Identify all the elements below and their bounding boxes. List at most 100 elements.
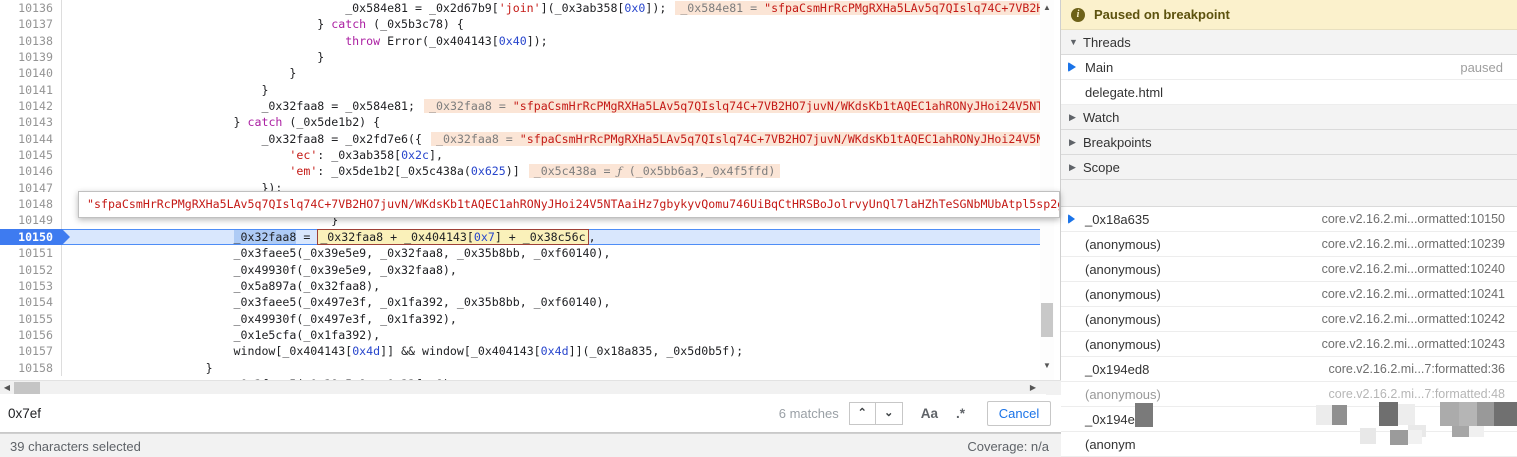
- line-number[interactable]: 10136: [0, 0, 62, 16]
- code-line[interactable]: 10146 'em': _0x5de1b2[_0x5c438a(0x625)]_…: [0, 163, 1040, 179]
- thread-label: Main: [1085, 60, 1113, 75]
- line-number[interactable]: 10156: [0, 327, 62, 343]
- call-stack-header[interactable]: [1061, 180, 1517, 207]
- vertical-scrollbar-thumb[interactable]: [1041, 303, 1053, 337]
- tooltip-string-value: "sfpaCsmHrRcPMgRXHa5LAv5q7QIslq74C+7VB2H…: [87, 197, 1060, 211]
- scrollbar-corner: [1046, 381, 1061, 395]
- vertical-scrollbar[interactable]: ▲ ▼: [1040, 0, 1054, 380]
- code-line[interactable]: 10155 _0x49930f(_0x497e3f, _0x1fa392),: [0, 311, 1040, 327]
- line-number[interactable]: 10142: [0, 98, 62, 114]
- line-number[interactable]: 10143: [0, 114, 62, 130]
- match-case-toggle[interactable]: Aa: [921, 406, 938, 421]
- redaction-block: [1408, 430, 1422, 444]
- line-number[interactable]: 10146: [0, 163, 62, 179]
- selection-status: 39 characters selected: [10, 439, 141, 454]
- code-line[interactable]: 10140 }: [0, 65, 1040, 81]
- chevron-right-icon: ▶: [1069, 162, 1083, 173]
- chevron-right-icon: ▶: [1069, 137, 1083, 148]
- code-line[interactable]: 10156 _0x1e5cfa(_0x1fa392),: [0, 327, 1040, 343]
- section-breakpoints[interactable]: ▶ Breakpoints: [1061, 130, 1517, 155]
- call-stack-frame[interactable]: _0x194ed8 core.v2.16.2.mi...7:formatted:3…: [1061, 357, 1517, 382]
- frame-function-name: _0x194ed8: [1085, 362, 1149, 377]
- code-line[interactable]: 10137 } catch (_0x5b3c78) {: [0, 16, 1040, 32]
- frame-function-name: (anonymous): [1085, 262, 1161, 277]
- code-line[interactable]: 10158 }: [0, 360, 1040, 376]
- previous-match-button[interactable]: ⌃: [849, 402, 876, 425]
- call-stack-frame[interactable]: (anonymous) core.v2.16.2.mi...ormatted:10…: [1061, 282, 1517, 307]
- call-stack-frame[interactable]: (anonymous)core.v2.16.2.mi...ormatted:10…: [1061, 307, 1517, 332]
- current-frame-arrow-icon: [1068, 214, 1075, 224]
- line-number[interactable]: 10147: [0, 180, 62, 196]
- call-stack-frame[interactable]: (anonym: [1061, 432, 1517, 457]
- code-line[interactable]: 10151 _0x3faee5(_0x39e5e9, _0x32faa8, _0…: [0, 245, 1040, 261]
- line-number[interactable]: 10155: [0, 311, 62, 327]
- next-match-button[interactable]: ⌄: [876, 402, 903, 425]
- line-number[interactable]: 10149: [0, 212, 62, 228]
- line-number[interactable]: 10158: [0, 360, 62, 376]
- frame-location: core.v2.16.2.mi...7:formatted:36: [1329, 362, 1505, 376]
- line-number[interactable]: 10138: [0, 33, 62, 49]
- redaction-block: [1494, 402, 1517, 426]
- call-stack-frame[interactable]: (anonymous)core.v2.16.2.mi...ormatted:10…: [1061, 232, 1517, 257]
- call-stack-frame[interactable]: (anonymous)core.v2.16.2.mi...ormatted:10…: [1061, 332, 1517, 357]
- devtools-sources-panel: 10136 _0x584e81 = _0x2d67b9['join'](_0x3…: [0, 0, 1517, 457]
- paused-banner: i Paused on breakpoint: [1061, 0, 1517, 30]
- cancel-button[interactable]: Cancel: [987, 401, 1051, 426]
- code-line[interactable]: 10150 _0x32faa8 = _0x32faa8 + _0x404143[…: [0, 229, 1040, 245]
- paused-banner-label: Paused on breakpoint: [1094, 7, 1230, 22]
- frame-function-name: (anonymous): [1085, 287, 1161, 302]
- thread-row[interactable]: delegate.html: [1061, 80, 1517, 105]
- redaction-block: [1398, 404, 1415, 425]
- redaction-block: [1459, 402, 1477, 426]
- frame-location: core.v2.16.2.mi...7:formatted:48: [1329, 387, 1505, 401]
- line-number[interactable]: 10157: [0, 343, 62, 359]
- line-number[interactable]: 10145: [0, 147, 62, 163]
- line-number[interactable]: 10137: [0, 16, 62, 32]
- code-line[interactable]: 10141 }: [0, 82, 1040, 98]
- line-number[interactable]: 10152: [0, 262, 62, 278]
- redaction-block: [1477, 402, 1494, 426]
- frame-function-name: (anonym: [1085, 437, 1136, 452]
- horizontal-scrollbar[interactable]: ◀ ▶: [0, 380, 1061, 394]
- code-line[interactable]: 10138 throw Error(_0x404143[0x40]);: [0, 33, 1040, 49]
- line-number[interactable]: 10141: [0, 82, 62, 98]
- search-input[interactable]: [8, 406, 779, 421]
- section-watch[interactable]: ▶ Watch: [1061, 105, 1517, 130]
- code-line[interactable]: 10143 } catch (_0x5de1b2) {: [0, 114, 1040, 130]
- code-line[interactable]: 10144 _0x32faa8 = _0x2fd7e6({_0x32faa8 =…: [0, 131, 1040, 147]
- call-stack-frame[interactable]: _0x18a635core.v2.16.2.mi...ormatted:1015…: [1061, 207, 1517, 232]
- code-line[interactable]: 10153 _0x5a897a(_0x32faa8),: [0, 278, 1040, 294]
- line-number[interactable]: 10140: [0, 65, 62, 81]
- horizontal-scrollbar-thumb[interactable]: [14, 382, 40, 394]
- code-line[interactable]: 10142 _0x32faa8 = _0x584e81;_0x32faa8 = …: [0, 98, 1040, 114]
- scroll-right-icon[interactable]: ▶: [1027, 381, 1039, 395]
- scroll-up-icon[interactable]: ▲: [1040, 1, 1054, 15]
- line-number[interactable]: 10144: [0, 131, 62, 147]
- thread-row[interactable]: Main paused: [1061, 55, 1517, 80]
- value-tooltip: "sfpaCsmHrRcPMgRXHa5LAv5q7QIslq74C+7VB2H…: [78, 191, 1060, 218]
- redaction-block: [1452, 426, 1469, 437]
- regex-toggle[interactable]: .*: [956, 406, 965, 421]
- code-editor[interactable]: 10136 _0x584e81 = _0x2d67b9['join'](_0x3…: [0, 0, 1060, 380]
- redaction-block: [1332, 405, 1347, 425]
- code-line[interactable]: 10145 'ec': _0x3ab358[0x2c],: [0, 147, 1040, 163]
- line-number[interactable]: 10154: [0, 294, 62, 310]
- section-scope[interactable]: ▶ Scope: [1061, 155, 1517, 180]
- code-line[interactable]: 10152 _0x49930f(_0x39e5e9, _0x32faa8),: [0, 262, 1040, 278]
- code-line[interactable]: 10136 _0x584e81 = _0x2d67b9['join'](_0x3…: [0, 0, 1040, 16]
- line-number[interactable]: 10148: [0, 196, 62, 212]
- line-number[interactable]: 10139: [0, 49, 62, 65]
- section-threads[interactable]: ▼ Threads: [1061, 30, 1517, 55]
- call-stack-frame[interactable]: (anonymous)core.v2.16.2.mi...ormatted:10…: [1061, 257, 1517, 282]
- code-line[interactable]: 10139 }: [0, 49, 1040, 65]
- thread-status: paused: [1460, 60, 1503, 75]
- scroll-down-icon[interactable]: ▼: [1040, 359, 1054, 373]
- line-number[interactable]: 10150: [0, 229, 62, 245]
- line-number[interactable]: 10153: [0, 278, 62, 294]
- frame-function-name: _0x18a635: [1085, 212, 1149, 227]
- code-line[interactable]: 10157 window[_0x404143[0x4d]] && window[…: [0, 343, 1040, 359]
- line-number[interactable]: 10151: [0, 245, 62, 261]
- frame-location: core.v2.16.2.mi...ormatted:10241: [1322, 287, 1505, 301]
- scroll-left-icon[interactable]: ◀: [1, 381, 13, 395]
- code-line[interactable]: 10154 _0x3faee5(_0x497e3f, _0x1fa392, _0…: [0, 294, 1040, 310]
